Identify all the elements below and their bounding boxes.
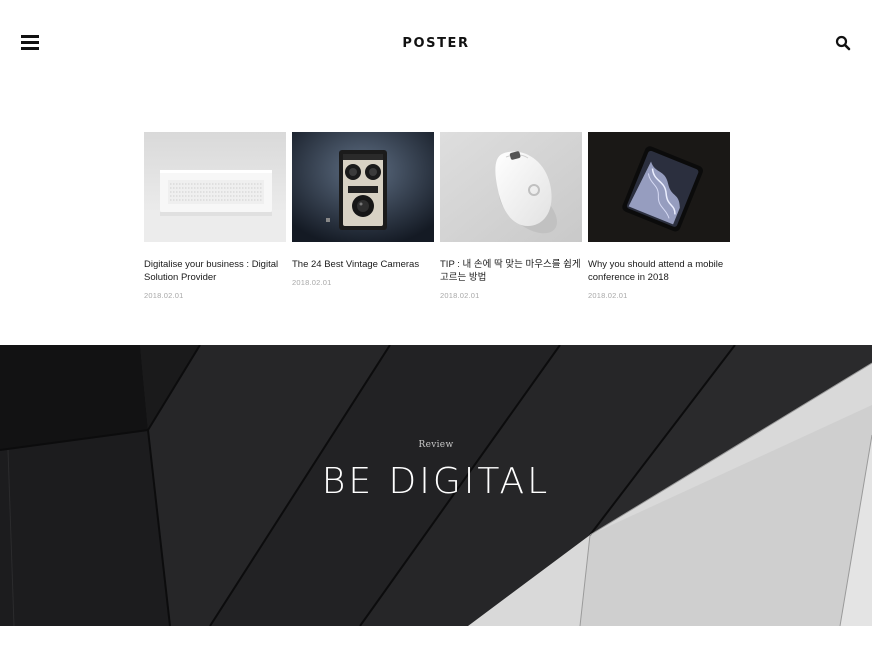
post-title[interactable]: The 24 Best Vintage Cameras: [292, 258, 434, 271]
banner-headline[interactable]: BE DIGITAL: [0, 461, 872, 502]
post-title[interactable]: Digitalise your business : Digital Solut…: [144, 258, 286, 284]
site-logo[interactable]: POSTER: [0, 36, 872, 51]
post-date: 2018.02.01: [588, 291, 628, 300]
post-date: 2018.02.01: [292, 278, 332, 287]
site-header: POSTER: [0, 0, 872, 86]
white-speaker-photo[interactable]: [144, 132, 286, 242]
post-date: 2018.02.01: [144, 291, 184, 300]
post-title[interactable]: TIP : 내 손에 딱 맞는 마우스를 쉽게 고르는 방법: [440, 258, 582, 284]
recent-posts-grid: Digitalise your business : Digital Solut…: [144, 132, 730, 307]
smartphone-photo[interactable]: [588, 132, 730, 242]
post-date: 2018.02.01: [440, 291, 480, 300]
search-icon[interactable]: [835, 35, 851, 51]
post-title[interactable]: Why you should attend a mobile conferenc…: [588, 258, 730, 284]
white-mouse-photo[interactable]: [440, 132, 582, 242]
vintage-camera-photo[interactable]: [292, 132, 434, 242]
featured-banner[interactable]: Review BE DIGITAL: [0, 345, 872, 626]
banner-category[interactable]: Review: [0, 440, 872, 450]
